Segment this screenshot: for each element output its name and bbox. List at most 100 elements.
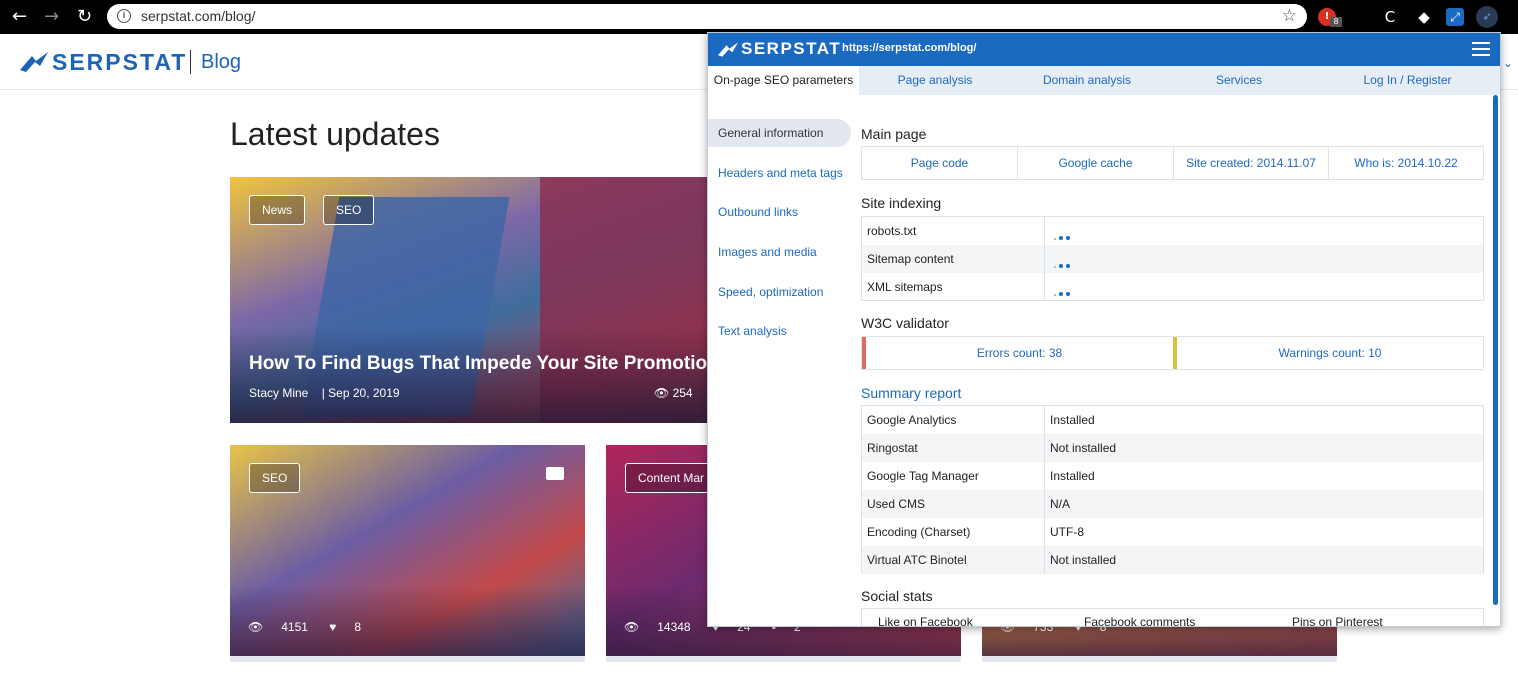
loading-dots-icon [1054,285,1074,296]
popup-tabs: On-page SEO parameters Page analysis Dom… [708,66,1500,95]
row-key: Google Tag Manager [867,469,979,483]
sidebar-item-speed[interactable]: Speed, optimization [708,278,823,306]
row-key: Used CMS [867,497,926,511]
table-row: Sitemap content [862,245,1483,273]
row-value: Installed [1050,469,1095,483]
popup-logo[interactable]: SERPSTAT [741,39,841,59]
w3c-validator-title: W3C validator [861,315,949,331]
hamburger-menu-icon[interactable] [1472,42,1490,56]
site-info-icon[interactable]: i [117,9,131,23]
tab-domain-analysis[interactable]: Domain analysis [1011,66,1163,95]
card-1-footer [230,656,585,662]
social-stats-title: Social stats [861,588,933,604]
card-1-tag[interactable]: SEO [249,463,301,493]
sidebar-item-general-information[interactable]: General information [708,119,851,147]
sidebar-item-text-analysis[interactable]: Text analysis [708,317,787,345]
hero-views: 👁 254 [654,386,693,400]
tab-services[interactable]: Services [1163,66,1315,95]
warnings-count-link[interactable]: Warnings count: 10 [1173,337,1483,369]
serpstat-extension-icon[interactable]: ➶ [1476,6,1498,28]
whois-link[interactable]: Who is: 2014.10.22 [1329,147,1483,179]
column-divider [1044,518,1045,546]
column-divider [1044,273,1045,301]
address-url[interactable]: serpstat.com/blog/ [141,8,255,24]
hero-article-card[interactable]: News SEO How To Find Bugs That Impede Yo… [230,177,708,423]
bookmark-star-icon[interactable]: ☆ [1282,6,1297,26]
envelope-icon[interactable] [546,467,564,480]
extension-badge: 8 [1330,17,1342,27]
summary-table: Google Analytics Installed Ringostat Not… [861,405,1484,574]
social-stats-table: Like on Facebook Facebook comments Pins … [861,608,1484,627]
article-card-1[interactable]: SEO 👁 4151 ♥ 8 [230,445,585,656]
table-row: Virtual ATC Binotel Not installed [862,546,1483,574]
chevron-down-icon[interactable]: ⌄ [1503,56,1513,70]
sidebar-item-outbound-links[interactable]: Outbound links [708,198,798,226]
column-divider [1044,245,1045,273]
summary-report-title[interactable]: Summary report [861,385,961,401]
column-divider [1044,406,1045,434]
social-col-facebook-comments: Facebook comments [1084,615,1196,627]
table-row: Google Analytics Installed [862,406,1483,434]
google-cache-link[interactable]: Google cache [1018,147,1174,179]
table-row: Encoding (Charset) UTF-8 [862,518,1483,546]
column-divider [1044,434,1045,462]
popup-analyzed-url: https://serpstat.com/blog/ [842,42,977,54]
heart-icon: ♥ [329,620,337,634]
card-2-tag[interactable]: Content Mar [625,463,718,493]
errors-count-link[interactable]: Errors count: 38 [862,337,1173,369]
table-row: robots.txt [862,217,1483,245]
popup-scrollbar[interactable] [1493,95,1498,605]
expand-icon[interactable]: ⤢ [1446,8,1464,26]
tab-login-register[interactable]: Log In / Register [1315,66,1500,95]
column-divider [1044,462,1045,490]
back-arrow-icon[interactable]: ← [12,7,27,27]
forward-arrow-icon[interactable]: → [44,7,59,27]
row-key: Virtual ATC Binotel [867,553,967,567]
site-created-link[interactable]: Site created: 2014.11.07 [1174,147,1329,179]
page-title: Latest updates [230,116,440,152]
sidebar-item-headers-meta[interactable]: Headers and meta tags [708,159,843,187]
card-2-views: 14348 [657,620,691,634]
hero-date: | Sep 20, 2019 [321,386,400,400]
column-divider [1044,490,1045,518]
loading-dots-icon [1054,229,1074,240]
reload-icon[interactable]: ↻ [77,7,92,27]
tag-news[interactable]: News [249,195,306,225]
logo-divider [190,50,191,74]
blog-link[interactable]: Blog [201,51,241,74]
row-value: Installed [1050,413,1095,427]
table-row: Ringostat Not installed [862,434,1483,462]
address-bar[interactable]: i serpstat.com/blog/ ☆ [107,4,1307,29]
card-1-views: 4151 [281,620,308,634]
diamond-icon[interactable]: ◆ [1414,7,1434,27]
column-divider [1044,546,1045,574]
row-value: UTF-8 [1050,525,1084,539]
site-indexing-title: Site indexing [861,195,942,211]
popup-header: SERPSTAT https://serpstat.com/blog/ [708,33,1500,66]
w3c-box: Errors count: 38 Warnings count: 10 [861,336,1484,370]
hero-author[interactable]: Stacy Mine [249,386,308,400]
row-key: Sitemap content [867,252,954,266]
tag-seo[interactable]: SEO [323,195,375,225]
social-col-pinterest: Pins on Pinterest [1292,615,1383,627]
ext-c-icon[interactable]: C [1380,7,1400,27]
page-code-link[interactable]: Page code [862,147,1018,179]
row-value: Not installed [1050,553,1117,567]
sidebar-item-images-media[interactable]: Images and media [708,238,817,266]
serpstat-extension-popup: SERPSTAT https://serpstat.com/blog/ On-p… [707,32,1501,627]
card-1-likes: 8 [354,620,362,634]
column-divider [1044,217,1045,245]
eye-icon: 👁 [248,620,264,634]
row-key: Ringostat [867,441,918,455]
table-row: XML sitemaps [862,273,1483,301]
eye-icon: 👁 [654,386,670,400]
row-key: Google Analytics [867,413,957,427]
tab-on-page-seo[interactable]: On-page SEO parameters [708,66,859,95]
eye-icon: 👁 [624,620,640,634]
site-logo[interactable]: SERPSTAT [52,49,187,76]
row-value: Not installed [1050,441,1117,455]
tab-page-analysis[interactable]: Page analysis [859,66,1011,95]
serpstat-logo-icon [718,42,738,57]
hero-article-title[interactable]: How To Find Bugs That Impede Your Site P… [249,353,708,375]
hero-article-meta: Stacy Mine | Sep 20, 2019 [249,386,400,400]
